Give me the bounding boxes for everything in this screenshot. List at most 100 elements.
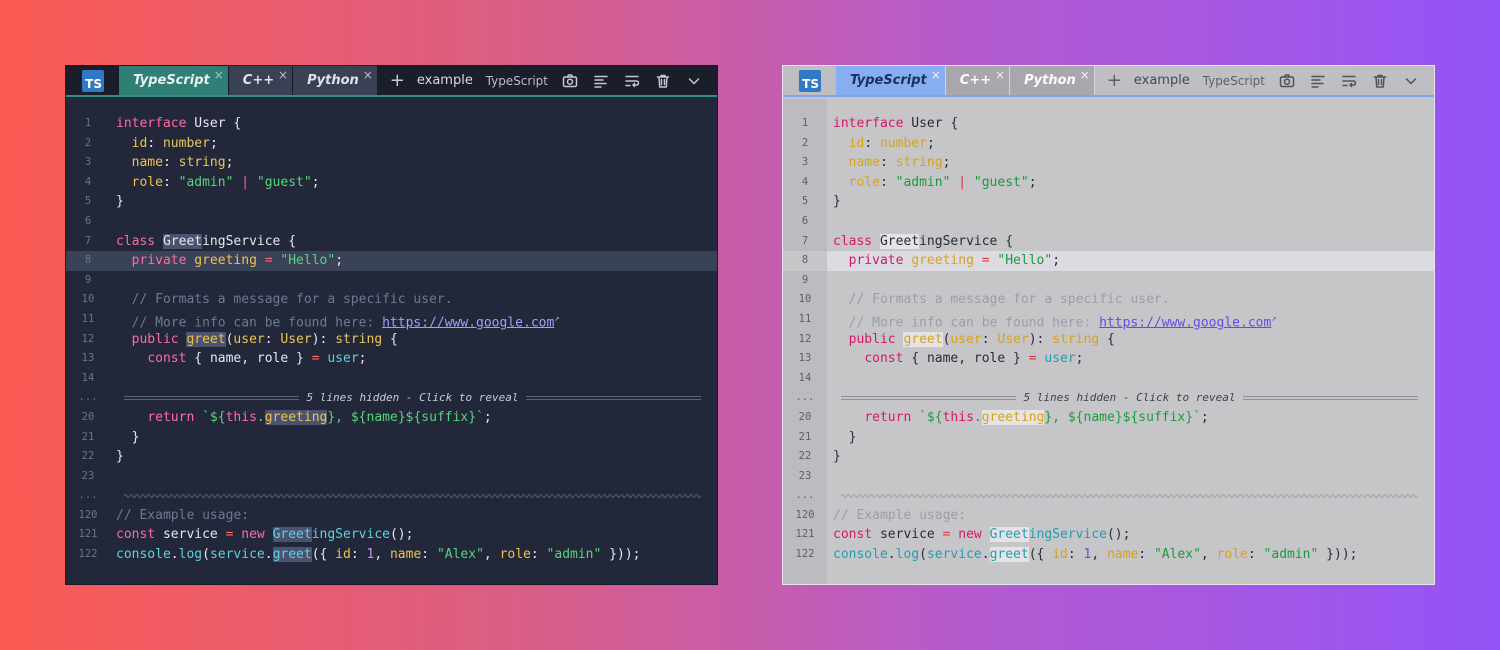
token: id (1052, 547, 1068, 563)
token: = (1028, 351, 1037, 367)
code-line[interactable]: 7 class GreetingService { (66, 232, 717, 252)
tab-typescript[interactable]: TypeScript × (836, 66, 945, 95)
code-line[interactable]: 8 private greeting = "Hello"; (783, 251, 1434, 271)
collapsed-region[interactable]: ... (783, 486, 1434, 506)
filename-label[interactable]: example (417, 73, 473, 88)
code-line[interactable]: 10 // Formats a message for a specific u… (66, 290, 717, 310)
camera-icon[interactable] (1279, 73, 1295, 89)
token: } (833, 429, 857, 445)
line-number: 2 (84, 136, 92, 149)
code-line[interactable]: 5} (66, 192, 717, 212)
code-line[interactable]: 11 // More info can be found here: https… (783, 310, 1434, 330)
code-line[interactable]: 13 const { name, role } = user; (783, 349, 1434, 369)
token[interactable]: https://www.google.com (1099, 315, 1271, 330)
code-area[interactable]: 1 interface User {2 id: number; 3 name: st… (66, 114, 717, 565)
code-line[interactable]: 8 private greeting = "Hello"; (66, 251, 717, 271)
code-line[interactable]: 22} (783, 447, 1434, 467)
code-line[interactable]: 20 return `${this.greeting}, ${name}${su… (783, 408, 1434, 428)
code-line[interactable]: 122 console.log(service.greet({ id: 1, na… (783, 545, 1434, 565)
close-tab-icon[interactable]: × (278, 68, 288, 82)
code-line[interactable]: 121 const service = new GreetingService()… (783, 525, 1434, 545)
fold-message[interactable]: 5 lines hidden - Click to reveal (1016, 388, 1244, 408)
code-line[interactable]: 21 } (783, 428, 1434, 448)
token: const (833, 527, 880, 543)
filename-label[interactable]: example (1134, 73, 1190, 88)
code-line[interactable]: 11 // More info can be found here: https… (66, 310, 717, 330)
trash-icon[interactable] (1372, 73, 1388, 89)
camera-icon[interactable] (562, 73, 578, 89)
code-line[interactable]: 9 (783, 271, 1434, 291)
format-icon[interactable] (593, 73, 609, 89)
line-number: 10 (81, 293, 95, 306)
code-line[interactable]: 14 (66, 369, 717, 389)
code-line[interactable]: 12 public greet(user: User): string { (783, 330, 1434, 350)
code-line[interactable]: 122 console.log(service.greet({ id: 1, na… (66, 545, 717, 565)
add-tab-button[interactable]: + (390, 71, 405, 90)
code-line[interactable]: 21 } (66, 428, 717, 448)
folded-region[interactable]: ... 5 lines hidden - Click to reveal (66, 388, 717, 408)
wrap-icon[interactable] (1341, 73, 1357, 89)
tab-cpp[interactable]: C++ × (228, 66, 293, 95)
language-selector[interactable]: TypeScript (486, 74, 548, 88)
token: name (926, 351, 959, 367)
code-line[interactable]: 4 role: "admin" | "guest"; (783, 173, 1434, 193)
code-line[interactable]: 4 role: "admin" | "guest"; (66, 173, 717, 193)
folded-region[interactable]: ... 5 lines hidden - Click to reveal (783, 388, 1434, 408)
language-selector[interactable]: TypeScript (1203, 74, 1265, 88)
trash-icon[interactable] (655, 73, 671, 89)
dark-editor[interactable]: TS TypeScript × C++ × Python × + example TypeScri… (65, 65, 718, 585)
code-line[interactable]: 3 name: string; (66, 153, 717, 173)
code-line[interactable]: 22} (66, 447, 717, 467)
token[interactable]: https://www.google.com (382, 315, 554, 330)
code-line[interactable]: 23 (783, 467, 1434, 487)
add-tab-button[interactable]: + (1107, 71, 1122, 90)
tab-python[interactable]: Python × (1010, 66, 1094, 95)
code-line[interactable]: 1 interface User { (66, 114, 717, 134)
line-number: 3 (84, 156, 92, 169)
code-line[interactable]: 20 return `${this.greeting}, ${name}${su… (66, 408, 717, 428)
close-tab-icon[interactable]: × (214, 68, 224, 82)
code-line[interactable]: 9 (66, 271, 717, 291)
token: // Example usage: (116, 507, 250, 523)
code-line[interactable]: 10 // Formats a message for a specific u… (783, 290, 1434, 310)
code-line[interactable]: 13 const { name, role } = user; (66, 349, 717, 369)
close-tab-icon[interactable]: × (931, 68, 941, 82)
format-icon[interactable] (1310, 73, 1326, 89)
external-link-icon[interactable]: ↗ (1271, 314, 1276, 324)
code-line[interactable]: 6 (66, 212, 717, 232)
code-line[interactable]: 14 (783, 369, 1434, 389)
close-tab-icon[interactable]: × (995, 68, 1005, 82)
code-line[interactable]: 2 id: number; (783, 134, 1434, 154)
close-tab-icon[interactable]: × (363, 68, 373, 82)
line-number: 8 (783, 251, 827, 271)
code-line[interactable]: 7 class GreetingService { (783, 232, 1434, 252)
code-line[interactable]: 5} (783, 192, 1434, 212)
tab-python[interactable]: Python × (293, 66, 377, 95)
token: ingService (202, 233, 289, 249)
code-line[interactable]: 6 (783, 212, 1434, 232)
line-number: 11 (81, 312, 95, 325)
wrap-icon[interactable] (624, 73, 640, 89)
tab-cpp[interactable]: C++ × (945, 66, 1010, 95)
close-tab-icon[interactable]: × (1080, 68, 1090, 82)
token: ingService (311, 527, 390, 543)
tab-typescript[interactable]: TypeScript × (119, 66, 228, 95)
code-line[interactable]: 120 // Example usage: (66, 506, 717, 526)
external-link-icon[interactable]: ↗ (554, 314, 559, 324)
fold-message[interactable]: 5 lines hidden - Click to reveal (299, 388, 527, 408)
line-number: ... (795, 489, 815, 502)
chevron-down-icon[interactable] (686, 73, 702, 89)
code-area[interactable]: 1 interface User {2 id: number; 3 name: st… (783, 114, 1434, 565)
collapsed-region[interactable]: ... (66, 486, 717, 506)
code-line[interactable]: 120 // Example usage: (783, 506, 1434, 526)
token: } (116, 194, 124, 210)
code-line[interactable]: 12 public greet(user: User): string { (66, 330, 717, 350)
token: ; (1052, 253, 1061, 269)
code-line[interactable]: 1 interface User { (783, 114, 1434, 134)
light-editor[interactable]: TS TypeScript × C++ × Python × + example TypeScri… (782, 65, 1435, 585)
code-line[interactable]: 121 const service = new GreetingService()… (66, 525, 717, 545)
code-line[interactable]: 2 id: number; (66, 134, 717, 154)
code-line[interactable]: 3 name: string; (783, 153, 1434, 173)
code-line[interactable]: 23 (66, 467, 717, 487)
chevron-down-icon[interactable] (1403, 73, 1419, 89)
